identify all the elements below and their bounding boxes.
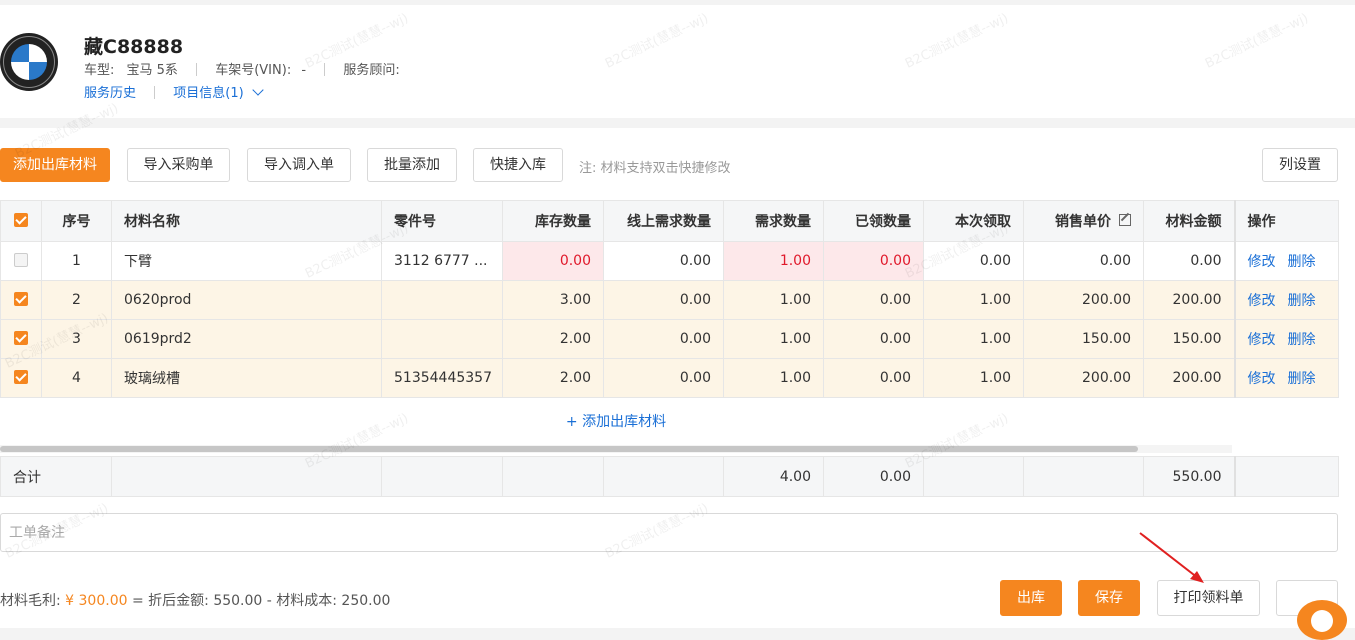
annotation-arrow [1139, 532, 1204, 583]
